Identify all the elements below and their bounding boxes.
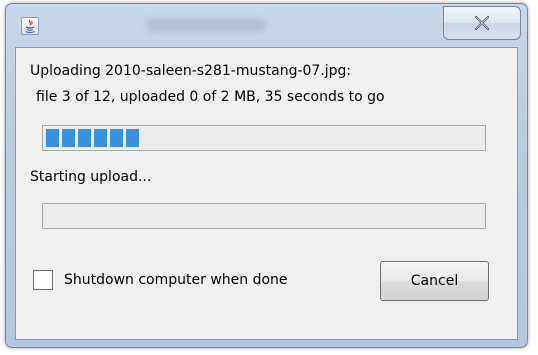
upload-message-line1: Uploading 2010-saleen-s281-mustang-07.jp… (30, 63, 352, 79)
close-icon (474, 16, 490, 30)
file-progress-bar (42, 203, 486, 229)
shutdown-checkbox[interactable] (33, 270, 53, 290)
title-bar[interactable] (6, 4, 527, 44)
cancel-button[interactable]: Cancel (380, 261, 489, 301)
overall-progress-fill (46, 129, 142, 147)
shutdown-checkbox-label: Shutdown computer when done (64, 272, 288, 288)
upload-status-text: Starting upload... (30, 169, 152, 185)
blurred-title-text (146, 18, 266, 32)
close-button[interactable] (443, 6, 521, 40)
java-icon[interactable] (21, 17, 39, 35)
overall-progress-bar (42, 125, 486, 151)
upload-message-line2: file 3 of 12, uploaded 0 of 2 MB, 35 sec… (36, 89, 385, 105)
shutdown-option[interactable]: Shutdown computer when done (33, 270, 288, 290)
